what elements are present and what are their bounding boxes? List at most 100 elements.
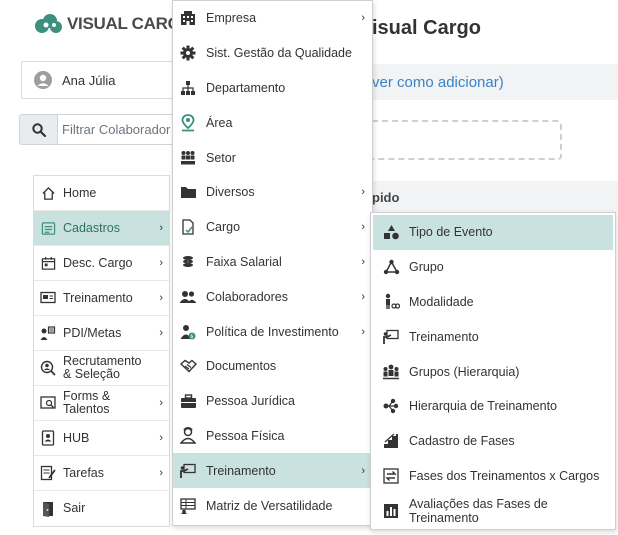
chevron-right-icon: › [361, 221, 365, 234]
sidebar-item-hub[interactable]: HUB › [34, 421, 169, 456]
submenu-item-label: Avaliações das Fases de Treinamento [409, 496, 548, 525]
submenu-item-cadastro-fases[interactable]: Cadastro de Fases [373, 424, 613, 459]
menu-item-diversos[interactable]: Diversos › [173, 175, 372, 210]
sidebar-item-label: Sair [63, 501, 86, 515]
user-selector[interactable]: Ana Júlia [21, 61, 181, 99]
sidebar-item-label: Tarefas [63, 465, 104, 480]
menu-item-label: Cargo [206, 220, 241, 235]
sidebar-item-recrutamento[interactable]: Recrutamento & Seleção [34, 351, 169, 386]
menu-item-cargo[interactable]: Cargo › [173, 210, 372, 245]
menu-item-pessoa-fisica[interactable]: Pessoa Física [173, 419, 372, 454]
presentation-icon [382, 328, 400, 346]
submenu-item-fases-cargos[interactable]: Fases dos Treinamentos x Cargos [373, 459, 613, 494]
logo-icon [35, 14, 62, 33]
menu-item-label: Colaboradores [206, 289, 288, 304]
list-icon [40, 220, 56, 236]
sidebar-item-pdi-metas[interactable]: PDI/Metas › [34, 316, 169, 351]
section-header-text: pido [372, 189, 400, 205]
svg-text:$: $ [190, 334, 193, 340]
search-button[interactable] [19, 114, 58, 145]
submenu-item-modalidade[interactable]: Modalidade [373, 285, 613, 320]
calendar-icon [40, 255, 56, 271]
search-input[interactable] [58, 114, 183, 145]
chevron-right-icon: › [159, 292, 163, 304]
menu-item-documentos[interactable]: Documentos [173, 349, 372, 384]
submenu-item-treinamento[interactable]: Treinamento [373, 319, 613, 354]
stairs-icon [382, 432, 400, 450]
search-icon [31, 122, 46, 137]
chevron-right-icon: › [361, 255, 365, 268]
sidebar-item-forms-talentos[interactable]: Forms & Talentos › [34, 386, 169, 421]
menu-item-area[interactable]: Área [173, 105, 372, 140]
menu-item-pessoa-juridica[interactable]: Pessoa Jurídica [173, 384, 372, 419]
user-name: Ana Júlia [62, 72, 116, 88]
map-pin-icon [179, 113, 197, 132]
folder-icon [179, 183, 197, 201]
submenu-item-label: Modalidade [409, 294, 474, 309]
menu-item-label: Política de Investimento [206, 324, 339, 339]
sidebar-item-cadastros[interactable]: Cadastros › [34, 211, 169, 246]
menu-item-label: Departamento [206, 80, 286, 95]
menu-item-label: Documentos [206, 359, 277, 374]
menu-item-label: Sist. Gestão da Qualidade [206, 46, 352, 61]
menu-item-label: Treinamento [206, 463, 276, 478]
briefcase-icon [179, 392, 197, 410]
chevron-right-icon: › [159, 257, 163, 269]
submenu-item-tipo-evento[interactable]: Tipo de Evento [373, 215, 613, 250]
menu-item-politica-investimento[interactable]: $ Política de Investimento › [173, 314, 372, 349]
submenu-item-grupos-hierarquia[interactable]: Grupos (Hierarquia) [373, 354, 613, 389]
tasks-icon [40, 465, 56, 481]
chevron-right-icon: › [159, 432, 163, 444]
sidebar-item-label: Home [63, 185, 97, 200]
hub-icon [40, 430, 56, 446]
chevron-right-icon: › [159, 222, 163, 234]
menu-item-label: Matriz de Versatilidade [206, 498, 333, 513]
chevron-right-icon: › [159, 397, 163, 409]
menu-item-setor[interactable]: Setor [173, 140, 372, 175]
sidebar-item-sair[interactable]: Sair [34, 491, 169, 526]
menu-item-matriz-versatilidade[interactable]: Matriz de Versatilidade [173, 488, 372, 523]
chart-icon [382, 502, 400, 520]
info-bar[interactable]: ver como adicionar) [372, 64, 618, 100]
exit-icon [40, 501, 56, 517]
menu-item-treinamento[interactable]: Treinamento › [173, 453, 372, 489]
menu-item-departamento[interactable]: Departamento [173, 71, 372, 106]
submenu-item-hierarquia-treinamento[interactable]: Hierarquia de Treinamento [373, 389, 613, 424]
section-header: pido [372, 181, 618, 213]
submenu-item-avaliacoes-fases[interactable]: Avaliações das Fases de Treinamento [373, 493, 613, 528]
tree-icon [382, 397, 400, 415]
sidebar-item-desc-cargo[interactable]: Desc. Cargo › [34, 246, 169, 281]
page-title: isual Cargo [372, 17, 481, 39]
presentation-icon [179, 462, 197, 480]
modality-icon [382, 293, 400, 311]
chevron-right-icon: › [159, 467, 163, 479]
sidebar-item-tarefas[interactable]: Tarefas › [34, 456, 169, 491]
avatar-icon [34, 71, 52, 89]
menu-item-sgq[interactable]: Sist. Gestão da Qualidade [173, 36, 372, 71]
logo[interactable]: VISUAL CARGO [33, 13, 194, 35]
menu-item-colaboradores[interactable]: Colaboradores › [173, 279, 372, 314]
info-link[interactable]: ver como adicionar) [372, 74, 504, 91]
handshake-icon [179, 357, 197, 375]
menu-item-label: Pessoa Física [206, 428, 285, 443]
investment-icon: $ [179, 323, 197, 341]
menu-item-faixa-salarial[interactable]: $ Faixa Salarial › [173, 245, 372, 280]
people-group-icon [382, 363, 400, 381]
chevron-right-icon: › [361, 464, 365, 477]
chevron-right-icon: › [361, 325, 365, 338]
goals-icon [40, 325, 56, 341]
menu-item-label: Setor [206, 150, 236, 165]
menu-item-empresa[interactable]: Empresa › [173, 1, 372, 36]
recruit-icon [40, 360, 56, 376]
sidebar-item-home[interactable]: Home [34, 176, 169, 211]
menu-item-label: Área [206, 115, 233, 130]
matrix-icon [179, 497, 197, 515]
sidebar-nav: Home Cadastros › Desc. Cargo › Treinamen… [33, 175, 170, 527]
drop-zone[interactable] [372, 120, 562, 160]
svg-text:$: $ [186, 259, 189, 265]
sidebar-item-label: Forms & Talentos [63, 389, 111, 416]
submenu-item-label: Cadastro de Fases [409, 434, 515, 449]
form-icon [40, 395, 56, 411]
sidebar-item-treinamento[interactable]: Treinamento › [34, 281, 169, 316]
submenu-item-grupo[interactable]: Grupo [373, 250, 613, 285]
